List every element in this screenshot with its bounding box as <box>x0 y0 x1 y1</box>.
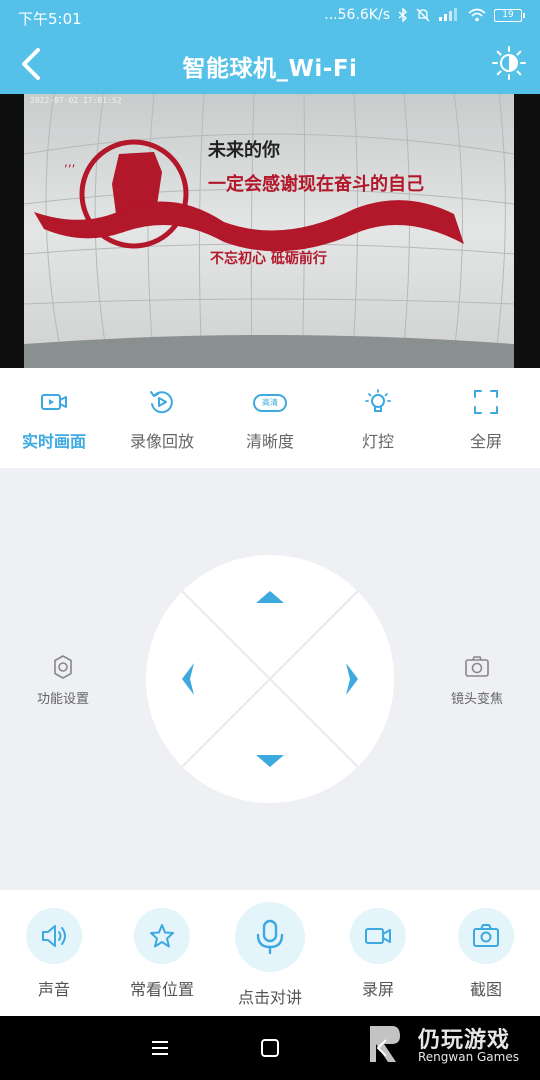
watermark-logo-icon <box>370 1026 400 1062</box>
sound-label: 声音 <box>37 980 70 999</box>
record-label: 录屏 <box>361 980 394 999</box>
battery-icon: 19 <box>494 8 525 22</box>
status-icons: ...56.6K/s 19 <box>324 7 525 23</box>
signal-icon <box>439 8 457 21</box>
screenshot-button-circle <box>458 908 514 964</box>
banner-line-2: 一定会感谢现在奋斗的自己 <box>208 174 424 195</box>
status-bar: 下午5:01 ...56.6K/s 19 <box>0 0 540 34</box>
brightness-icon[interactable] <box>490 44 528 82</box>
record-button-circle <box>350 908 406 964</box>
svg-text:,,,: ,,, <box>64 155 75 169</box>
lens-zoom-label: 镜头变焦 <box>450 692 503 707</box>
page-title: 智能球机_Wi-Fi <box>182 56 358 82</box>
function-settings-button[interactable]: 功能设置 <box>8 654 118 707</box>
tab-resolution[interactable]: 高清 清晰度 <box>216 368 324 468</box>
direction-pad <box>146 555 394 803</box>
replay-icon <box>150 391 173 414</box>
mode-tabs: 实时画面 录像回放 高清 清晰度 灯控 全屏 <box>0 368 540 468</box>
battery-level: 19 <box>502 9 514 20</box>
watermark: 仍玩游戏 Rengwan Games <box>366 1016 540 1080</box>
watermark-en: Rengwan Games <box>418 1050 519 1064</box>
title-bar: 智能球机_Wi-Fi <box>0 36 540 92</box>
banner-line-1: 未来的你 <box>208 140 280 161</box>
tab-light-control[interactable]: 灯控 <box>324 368 432 468</box>
hd-badge-icon: 高清 <box>253 394 287 412</box>
wifi-icon <box>468 8 486 22</box>
sound-button[interactable]: 声音 <box>0 890 108 1016</box>
tab-live-view-label: 实时画面 <box>21 432 86 451</box>
camera-icon <box>41 394 67 410</box>
zoom-camera-icon <box>465 656 489 677</box>
speaker-icon <box>42 925 66 947</box>
lens-zoom-button[interactable]: 镜头变焦 <box>422 654 532 707</box>
fullscreen-icon <box>474 390 498 414</box>
gear-icon <box>54 655 72 679</box>
ptz-control-panel: 功能设置 镜头变焦 <box>0 468 540 890</box>
sound-button-circle <box>26 908 82 964</box>
bottom-action-bar: 声音 常看位置 点击对讲 录屏 截图 <box>0 890 540 1016</box>
app-header: 下午5:01 ...56.6K/s 19 智能球机_Wi-Fi <box>0 0 540 94</box>
live-video-area[interactable]: ,,, 2022-07-02 17:01:52 未来的你 一定会感谢现在奋斗的自… <box>0 94 540 368</box>
video-record-icon <box>365 928 391 944</box>
network-speed: ...56.6K/s <box>324 7 390 23</box>
microphone-icon <box>256 919 284 955</box>
talk-button[interactable]: 点击对讲 <box>216 890 324 1016</box>
banner-line-3: 不忘初心 砥砺前行 <box>210 251 327 267</box>
screenshot-label: 截图 <box>469 980 502 999</box>
tab-playback[interactable]: 录像回放 <box>108 368 216 468</box>
bluetooth-icon <box>398 8 408 22</box>
home-icon[interactable] <box>258 1036 282 1060</box>
video-frame: ,,, 2022-07-02 17:01:52 未来的你 一定会感谢现在奋斗的自… <box>24 94 514 368</box>
screenshot-button[interactable]: 截图 <box>432 890 540 1016</box>
mute-icon <box>416 8 430 22</box>
favorite-button-circle <box>134 908 190 964</box>
tab-live-view[interactable]: 实时画面 <box>0 368 108 468</box>
star-icon <box>150 924 174 948</box>
video-timestamp: 2022-07-02 17:01:52 <box>30 96 122 105</box>
system-nav-bar: 仍玩游戏 Rengwan Games <box>0 1016 540 1080</box>
status-time: 下午5:01 <box>18 10 82 28</box>
favorite-position-label: 常看位置 <box>129 980 194 999</box>
menu-icon[interactable] <box>148 1036 172 1060</box>
favorite-position-button[interactable]: 常看位置 <box>108 890 216 1016</box>
bulb-icon <box>365 389 391 412</box>
record-button[interactable]: 录屏 <box>324 890 432 1016</box>
talk-label: 点击对讲 <box>237 988 302 1007</box>
talk-button-circle <box>235 902 305 972</box>
camera-snapshot-icon <box>473 924 499 947</box>
hd-badge-text: 高清 <box>262 398 278 407</box>
tab-resolution-label: 清晰度 <box>245 432 294 451</box>
tab-light-control-label: 灯控 <box>361 432 394 451</box>
tab-fullscreen[interactable]: 全屏 <box>432 368 540 468</box>
tab-playback-label: 录像回放 <box>129 432 194 451</box>
function-settings-label: 功能设置 <box>36 692 89 707</box>
tab-fullscreen-label: 全屏 <box>469 432 502 451</box>
